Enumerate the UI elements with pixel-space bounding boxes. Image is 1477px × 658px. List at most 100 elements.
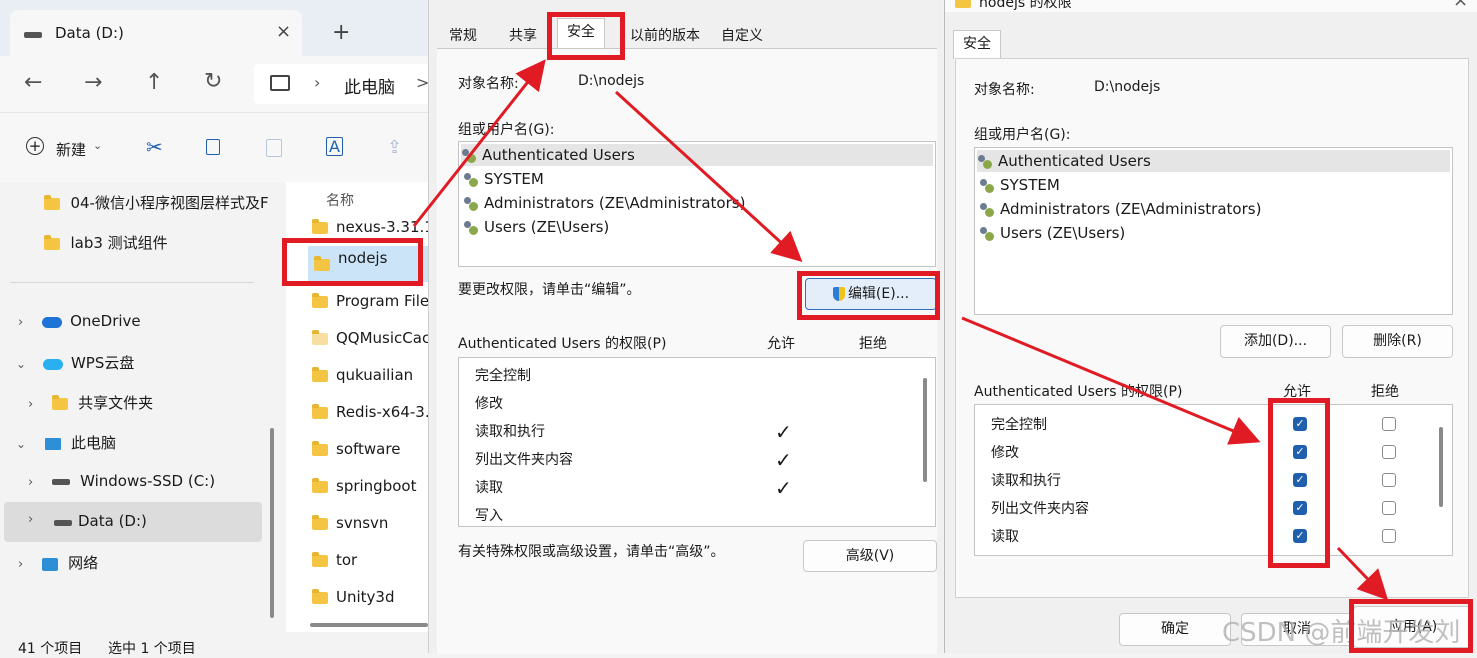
tab-customize[interactable]: 自定义 (711, 22, 773, 50)
deny-checkbox[interactable] (1382, 529, 1396, 543)
allow-checkbox[interactable]: ✓ (1293, 529, 1307, 543)
list-item[interactable]: Users (ZE\Users) (463, 216, 609, 238)
tab-previous-versions[interactable]: 以前的版本 (620, 22, 710, 50)
new-icon[interactable]: + (26, 137, 44, 155)
list-item[interactable]: Administrators (ZE\Administrators) (979, 198, 1261, 220)
expand-chevron-icon[interactable]: › (28, 475, 33, 490)
list-item[interactable]: SYSTEM (463, 168, 544, 190)
allow-checkbox[interactable]: ✓ (1293, 417, 1307, 431)
refresh-icon[interactable]: ↻ (204, 69, 222, 94)
file-item[interactable]: Unity3d (312, 588, 394, 606)
nav-item-lab3[interactable]: lab3 测试组件 (44, 232, 168, 253)
users-list[interactable]: Authenticated Users SYSTEM Administrator… (974, 147, 1453, 315)
allow-checkbox[interactable]: ✓ (1293, 445, 1307, 459)
close-tab-icon[interactable]: × (276, 21, 291, 42)
object-name-value: D:\nodejs (1094, 79, 1161, 95)
horizontal-scrollbar[interactable] (310, 623, 428, 627)
forward-icon[interactable]: → (84, 70, 102, 95)
toolbar: + 新建 ⌄ ✂ A ⇪ (0, 112, 430, 183)
nav-item-label: OneDrive (70, 312, 141, 330)
deny-checkbox[interactable] (1382, 445, 1396, 459)
user-name: Authenticated Users (998, 152, 1151, 170)
collapse-chevron-icon[interactable]: ⌄ (16, 437, 26, 451)
nav-item-wps[interactable]: ⌄ WPS云盘 (16, 352, 134, 373)
perm-scrollbar[interactable] (923, 378, 927, 482)
copy-icon[interactable] (206, 139, 220, 155)
file-item[interactable]: tor (312, 551, 357, 569)
rename-icon[interactable]: A (326, 137, 343, 156)
list-item[interactable]: Users (ZE\Users) (979, 222, 1125, 244)
up-icon[interactable]: ↑ (145, 70, 163, 95)
remove-button[interactable]: 删除(R) (1342, 325, 1453, 358)
expand-chevron-icon[interactable]: › (28, 512, 33, 527)
allow-check-icon: ✓ (775, 476, 792, 500)
allow-checkbox[interactable]: ✓ (1293, 473, 1307, 487)
file-item[interactable]: Program File (312, 292, 429, 310)
chevron-down-icon[interactable]: ⌄ (93, 139, 102, 152)
file-name: springboot (336, 477, 417, 495)
close-icon[interactable]: × (1453, 0, 1468, 11)
list-item-selected[interactable]: Authenticated Users (461, 144, 933, 166)
ok-button[interactable]: 确定 (1119, 613, 1231, 646)
new-tab-button[interactable]: + (332, 20, 350, 45)
back-icon[interactable]: ← (24, 70, 42, 95)
file-item[interactable]: QQMusicCac (312, 329, 430, 347)
collapse-chevron-icon[interactable]: ⌄ (16, 357, 26, 371)
expand-chevron-icon[interactable]: › (18, 557, 23, 572)
list-item[interactable]: Administrators (ZE\Administrators) (463, 192, 745, 214)
tab-sharing[interactable]: 共享 (499, 22, 547, 50)
perm-name: 列出文件夹内容 (991, 501, 1089, 517)
tab-general[interactable]: 常规 (439, 22, 487, 50)
list-item[interactable]: SYSTEM (979, 174, 1060, 196)
advanced-button[interactable]: 高级(V) (803, 540, 937, 572)
perm-row: 读取和执行 (475, 420, 545, 442)
perm-name: 修改 (991, 445, 1019, 461)
users-list[interactable]: Authenticated Users SYSTEM Administrator… (458, 141, 936, 267)
tab-security[interactable]: 安全 (557, 18, 605, 49)
nav-item-c-drive[interactable]: › Windows-SSD (C:) (28, 472, 215, 490)
expand-chevron-icon[interactable]: › (18, 315, 23, 330)
deny-checkbox[interactable] (1382, 501, 1396, 515)
object-name-label: 对象名称: (458, 76, 519, 92)
nav-item-folder1[interactable]: 04-微信小程序视图层样式及F (44, 192, 269, 212)
nav-item-onedrive[interactable]: › OneDrive (18, 312, 141, 330)
deny-checkbox[interactable] (1382, 417, 1396, 431)
file-item[interactable]: nexus-3.31.1 (312, 218, 434, 236)
permissions-list[interactable]: 完全控制 ✓ 修改 ✓ 读取和执行 ✓ 列出文件夹内容 ✓ 读取 ✓ (974, 404, 1453, 556)
file-item-selected[interactable]: nodejs (308, 246, 430, 282)
nav-item-network[interactable]: › 网络 (18, 552, 98, 573)
new-button[interactable]: 新建 (56, 139, 86, 160)
nav-item-label: 04-微信小程序视图层样式及F (70, 194, 269, 212)
nav-item-d-drive[interactable]: › Data (D:) (4, 502, 262, 542)
list-item-selected[interactable]: Authenticated Users (977, 150, 1450, 172)
file-item[interactable]: svnsvn (312, 514, 388, 532)
file-item[interactable]: springboot (312, 477, 416, 495)
deny-checkbox[interactable] (1382, 473, 1396, 487)
nav-divider (10, 282, 254, 283)
folder-icon (312, 293, 328, 308)
nav-item-label: 共享文件夹 (78, 394, 154, 412)
breadcrumb-this-pc[interactable]: 此电脑 (344, 73, 395, 98)
allow-checkbox[interactable]: ✓ (1293, 501, 1307, 515)
file-item[interactable]: qukuailian (312, 366, 413, 384)
users-icon (979, 178, 995, 193)
file-item[interactable]: Redis-x64-3. (312, 403, 430, 421)
address-bar[interactable]: › 此电脑 > (254, 64, 430, 104)
nav-item-label: lab3 测试组件 (70, 234, 168, 252)
add-button[interactable]: 添加(D)... (1220, 325, 1331, 358)
column-header-name[interactable]: 名称 (326, 190, 354, 210)
drive-icon (54, 520, 72, 526)
explorer-tab[interactable]: Data (D:) × (10, 10, 302, 56)
expand-chevron-icon[interactable]: › (28, 397, 33, 412)
paste-icon (266, 139, 282, 157)
perm-row: 读取 (991, 525, 1019, 547)
nav-item-shared[interactable]: › 共享文件夹 (28, 392, 153, 413)
nav-item-this-pc[interactable]: ⌄ 此电脑 (16, 432, 116, 453)
permissions-list[interactable]: 完全控制 修改 读取和执行 ✓ 列出文件夹内容 ✓ 读取 ✓ 写入 (458, 357, 936, 527)
cut-icon[interactable]: ✂ (146, 135, 163, 159)
perm-scrollbar[interactable] (1439, 427, 1443, 507)
edit-button[interactable]: 编辑(E)... (805, 278, 937, 310)
nav-scrollbar[interactable] (270, 428, 274, 618)
tab-security[interactable]: 安全 (953, 30, 1001, 59)
file-item[interactable]: software (312, 440, 400, 458)
